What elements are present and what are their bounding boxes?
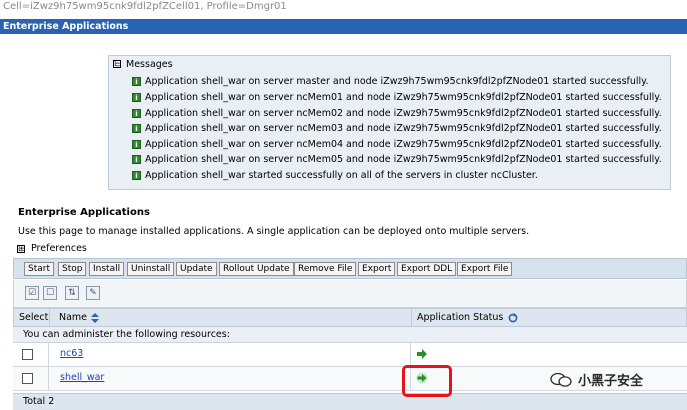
show-filter-icon[interactable]: ⇅ [65,286,79,300]
message-line: i Application shell_war on server ncMem01… [132,90,662,104]
export-ddl-button[interactable]: Export DDL [397,262,457,276]
messages-panel: ⊟ Messages i Application shell_war on ser… [108,55,671,190]
selection-toolbar: ☑ ☐ ⇅ ✎ [13,280,687,308]
row-checkbox[interactable] [22,349,33,360]
page-title-bar: Enterprise Applications [0,19,687,34]
message-line: i Application shell_war on server ncMem03… [132,121,662,135]
name-column-header[interactable]: Name [59,309,100,327]
success-icon: i [132,92,141,102]
message-line: i Application shell_war on server ncMem05… [132,152,662,166]
sort-icon[interactable] [91,313,100,323]
status-column-header: Application Status [417,309,518,327]
success-icon: i [132,123,141,133]
table-header: Select Name Application Status [13,308,687,327]
preferences-toggle[interactable]: ⊞ Preferences [17,243,87,254]
refresh-icon[interactable] [508,313,518,323]
select-all-icon[interactable]: ☑ [25,286,39,300]
deselect-all-icon[interactable]: ☐ [43,286,57,300]
cell-profile-info: Cell=iZwz9h75wm95cnk9fdl2pfZCell01, Prof… [3,1,287,12]
status-highlight-box [402,365,452,397]
preferences-label[interactable]: Preferences [31,243,87,254]
stop-button[interactable]: Stop [58,262,87,276]
export-button[interactable]: Export [358,262,396,276]
export-file-button[interactable]: Export File [457,262,513,276]
install-button[interactable]: Install [89,262,125,276]
table-total: Total 2 [13,393,687,410]
success-icon: i [132,139,141,149]
section-heading: Enterprise Applications [18,207,150,218]
start-button[interactable]: Start [24,262,54,276]
update-button[interactable]: Update [176,262,217,276]
success-icon: i [132,76,141,86]
action-toolbar: Start Stop Install Uninstall Update Roll… [13,258,687,279]
clear-filter-icon[interactable]: ✎ [86,286,100,300]
uninstall-button[interactable]: Uninstall [127,262,175,276]
app-link-shell-war[interactable]: shell_war [60,372,104,383]
message-line: i Application shell_war on server ncMem02… [132,106,662,120]
section-description: Use this page to manage installed applic… [18,226,530,237]
select-column-header: Select [19,312,49,323]
message-line: i Application shell_war on server ncMem04… [132,137,662,151]
message-line: i Application shell_war on server master … [132,74,648,88]
started-arrow-icon [417,349,427,359]
watermark-text: 小黑子安全 [578,374,644,389]
app-link-nc63[interactable]: nc63 [60,348,83,359]
expand-icon[interactable]: ⊞ [17,244,26,253]
remove-file-button[interactable]: Remove File [294,262,357,276]
success-icon: i [132,108,141,118]
row-checkbox[interactable] [22,373,33,384]
resources-note: You can administer the following resourc… [13,327,687,343]
message-line: i Application shell_war started successfu… [132,168,538,182]
messages-title: Messages [126,59,173,70]
collapse-messages-icon[interactable]: ⊟ [113,60,122,69]
wechat-icon [550,372,572,387]
rollout-update-button[interactable]: Rollout Update [219,262,294,276]
success-icon: i [132,154,141,164]
watermark: 小黑子安全 [550,370,643,389]
table-row: nc63 [13,343,687,367]
success-icon: i [132,170,141,180]
